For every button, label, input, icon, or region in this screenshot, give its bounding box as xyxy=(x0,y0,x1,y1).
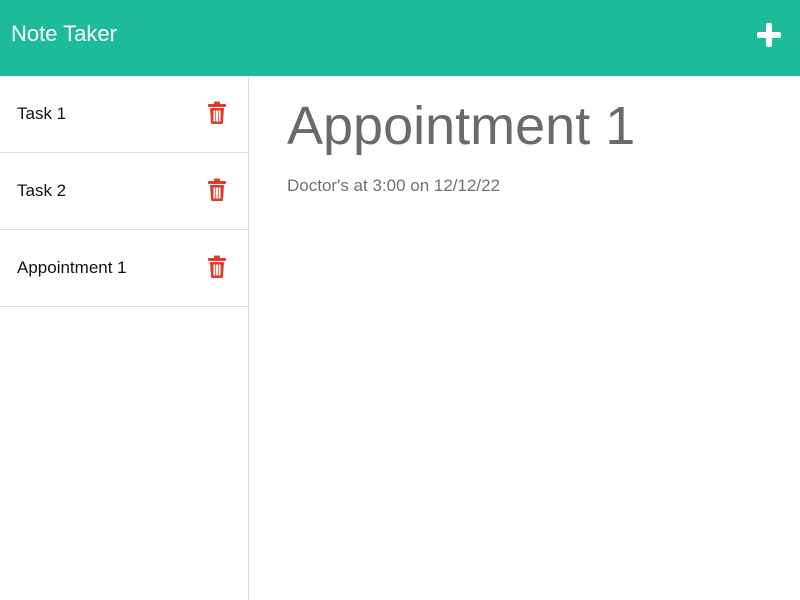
app-brand[interactable]: Note Taker xyxy=(11,20,117,48)
note-editor: Appointment 1 Doctor's at 3:00 on 12/12/… xyxy=(250,76,800,600)
new-note-button[interactable] xyxy=(752,18,786,52)
list-item[interactable]: Task 2 xyxy=(0,153,248,230)
trash-icon xyxy=(208,178,226,201)
delete-note-button[interactable] xyxy=(207,178,227,202)
note-list-title: Task 1 xyxy=(17,104,67,123)
note-list-title: Task 2 xyxy=(17,181,67,200)
note-list: Task 1 Task 2 Appointment 1 xyxy=(0,76,249,600)
note-taker-app: Note Taker Task 1 Task 2 Appointment 1 A… xyxy=(0,0,800,600)
trash-icon xyxy=(208,101,226,124)
note-title-field[interactable]: Appointment 1 xyxy=(287,94,635,158)
list-item[interactable]: Task 1 xyxy=(0,76,248,153)
delete-note-button[interactable] xyxy=(207,255,227,279)
list-item[interactable]: Appointment 1 xyxy=(0,230,248,307)
plus-icon xyxy=(757,23,781,47)
top-navbar: Note Taker xyxy=(0,0,800,76)
note-text-field[interactable]: Doctor's at 3:00 on 12/12/22 xyxy=(287,175,500,197)
note-list-title: Appointment 1 xyxy=(17,258,127,277)
delete-note-button[interactable] xyxy=(207,101,227,125)
trash-icon xyxy=(208,255,226,278)
